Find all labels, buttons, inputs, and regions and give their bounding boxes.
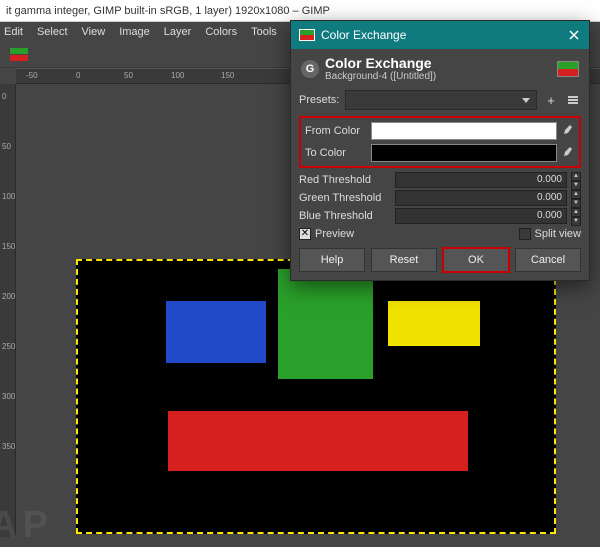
- menu-layer[interactable]: Layer: [164, 26, 192, 38]
- presets-row: Presets: +: [299, 90, 581, 110]
- red-threshold-label: Red Threshold: [299, 174, 391, 186]
- red-threshold-spin[interactable]: ▲▼: [571, 172, 581, 188]
- splitview-checkbox[interactable]: Split view: [519, 228, 581, 240]
- add-preset-icon[interactable]: +: [543, 92, 559, 108]
- eyedropper-icon[interactable]: [561, 124, 575, 138]
- blue-threshold-spin[interactable]: ▲▼: [571, 208, 581, 224]
- menu-select[interactable]: Select: [37, 26, 68, 38]
- ruler-tick: -50: [26, 71, 38, 80]
- to-color-label: To Color: [305, 147, 367, 159]
- from-color-swatch[interactable]: [371, 122, 557, 140]
- blue-threshold-label: Blue Threshold: [299, 210, 391, 222]
- shape-red: [168, 411, 468, 471]
- from-color-row: From Color: [305, 122, 575, 140]
- red-threshold-input[interactable]: 0.000: [395, 172, 567, 188]
- green-threshold-spin[interactable]: ▲▼: [571, 190, 581, 206]
- dialog-buttons: Help Reset OK Cancel: [299, 248, 581, 272]
- menu-image[interactable]: Image: [119, 26, 150, 38]
- ruler-tick: 0: [2, 92, 6, 101]
- ruler-tick: 100: [2, 192, 15, 201]
- dialog-header: G Color Exchange Background-4 ([Untitled…: [291, 49, 589, 88]
- ruler-vertical[interactable]: 0 50 100 150 200 250 300 350: [0, 84, 16, 537]
- menu-view[interactable]: View: [82, 26, 106, 38]
- green-threshold-input[interactable]: 0.000: [395, 190, 567, 206]
- ruler-tick: 150: [2, 242, 15, 251]
- ruler-tick: 50: [2, 142, 11, 151]
- shape-yellow: [388, 301, 480, 346]
- blue-threshold-input[interactable]: 0.000: [395, 208, 567, 224]
- preview-checkbox[interactable]: ✕ Preview: [299, 228, 354, 240]
- ruler-tick: 250: [2, 342, 15, 351]
- green-threshold-label: Green Threshold: [299, 192, 391, 204]
- from-color-label: From Color: [305, 125, 367, 137]
- ruler-tick: 200: [2, 292, 15, 301]
- ruler-tick: 0: [76, 71, 80, 80]
- wilber-icon: [6, 46, 32, 64]
- presets-select[interactable]: [345, 90, 537, 110]
- color-exchange-dialog: Color Exchange G Color Exchange Backgrou…: [290, 20, 590, 281]
- ruler-tick: 100: [171, 71, 184, 80]
- red-threshold-row: Red Threshold 0.000 ▲▼: [299, 172, 581, 188]
- ruler-tick: 150: [221, 71, 234, 80]
- cancel-button[interactable]: Cancel: [515, 248, 581, 272]
- dialog-title: Color Exchange: [325, 55, 436, 71]
- menu-edit[interactable]: Edit: [4, 26, 23, 38]
- shape-blue: [166, 301, 266, 363]
- gegl-icon: G: [301, 60, 319, 78]
- eyedropper-icon[interactable]: [561, 146, 575, 160]
- help-button[interactable]: Help: [299, 248, 365, 272]
- options-row: ✕ Preview Split view: [299, 228, 581, 240]
- menu-colors[interactable]: Colors: [205, 26, 237, 38]
- ruler-tick: 50: [124, 71, 133, 80]
- app-title: it gamma integer, GIMP built-in sRGB, 1 …: [6, 5, 330, 17]
- green-threshold-row: Green Threshold 0.000 ▲▼: [299, 190, 581, 206]
- ruler-tick: 350: [2, 442, 15, 451]
- ruler-tick: 300: [2, 392, 15, 401]
- app-titlebar: it gamma integer, GIMP built-in sRGB, 1 …: [0, 0, 600, 22]
- checkbox-empty-icon: [519, 228, 531, 240]
- dialog-subtitle: Background-4 ([Untitled]): [325, 71, 436, 82]
- shape-green: [278, 269, 373, 379]
- checkmark-icon: ✕: [299, 228, 311, 240]
- color-group: From Color To Color: [299, 116, 581, 168]
- splitview-label: Split view: [535, 228, 581, 240]
- close-icon[interactable]: [567, 28, 581, 42]
- to-color-swatch[interactable]: [371, 144, 557, 162]
- gimp-icon: [299, 29, 315, 41]
- dialog-body: Presets: + From Color To Color: [291, 88, 589, 280]
- to-color-row: To Color: [305, 144, 575, 162]
- dialog-window-title: Color Exchange: [321, 28, 406, 42]
- layer-thumbnail: [557, 61, 579, 77]
- preview-label: Preview: [315, 228, 354, 240]
- watermark: A P: [0, 504, 46, 547]
- menu-tools[interactable]: Tools: [251, 26, 277, 38]
- ok-button[interactable]: OK: [443, 248, 509, 272]
- reset-button[interactable]: Reset: [371, 248, 437, 272]
- blue-threshold-row: Blue Threshold 0.000 ▲▼: [299, 208, 581, 224]
- manage-presets-icon[interactable]: [565, 92, 581, 108]
- dialog-titlebar[interactable]: Color Exchange: [291, 21, 589, 49]
- canvas-selection[interactable]: [76, 259, 556, 534]
- presets-label: Presets:: [299, 94, 339, 106]
